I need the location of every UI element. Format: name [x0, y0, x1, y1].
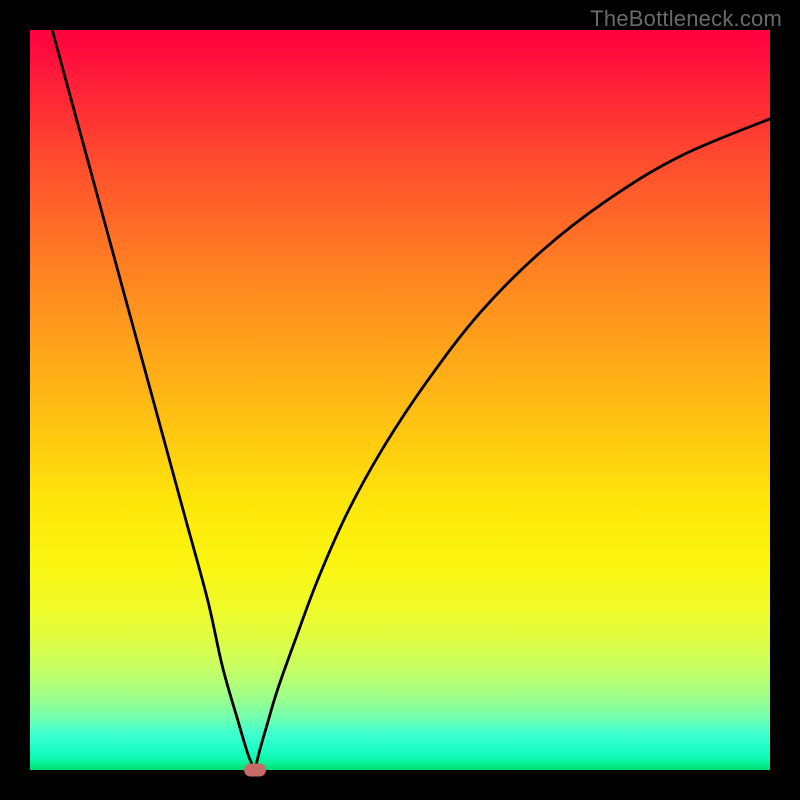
curve-left-branch: [52, 30, 255, 770]
curve-right-branch: [255, 119, 770, 770]
curve-svg: [30, 30, 770, 770]
chart-plot-area: [30, 30, 770, 770]
watermark-text: TheBottleneck.com: [590, 6, 782, 32]
minimum-marker: [244, 764, 266, 777]
